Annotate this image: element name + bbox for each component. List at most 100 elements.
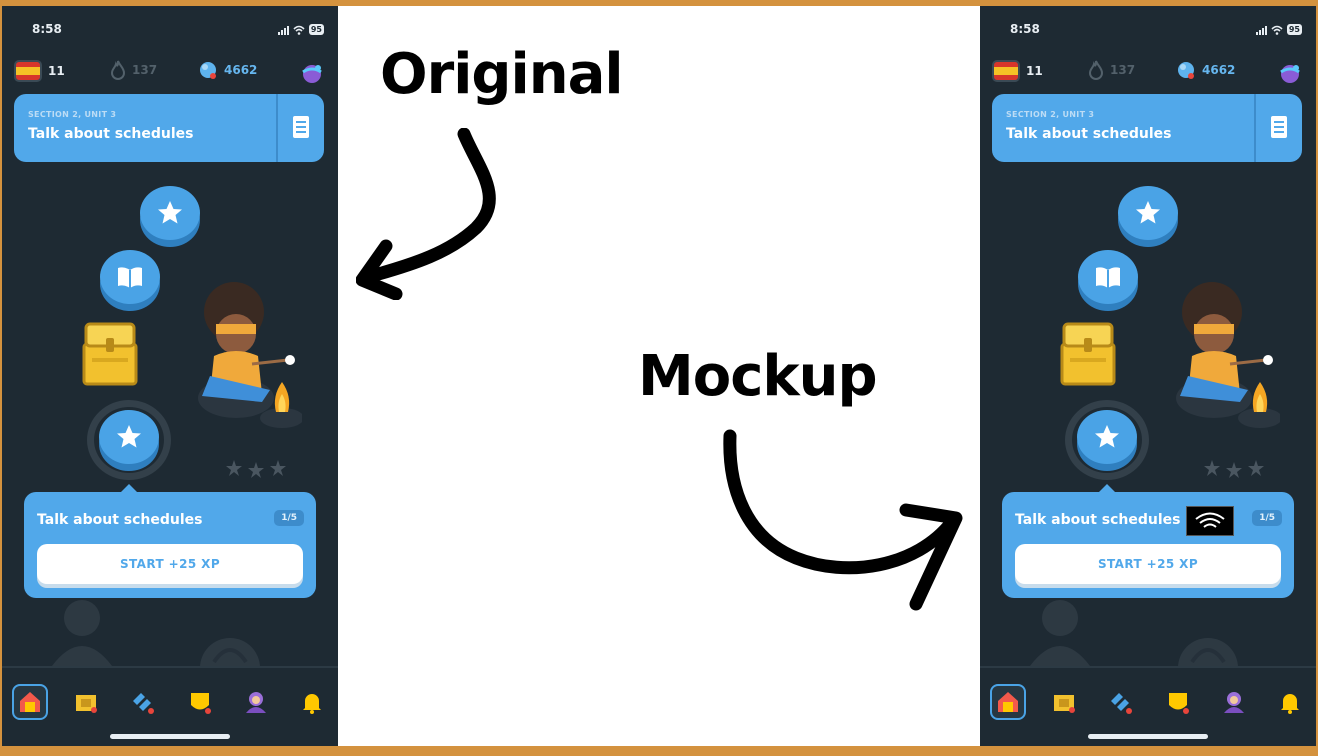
guidebook-icon[interactable] — [1268, 114, 1290, 140]
nav-home[interactable] — [990, 684, 1026, 720]
gems-stat[interactable]: 4662 — [198, 60, 257, 80]
lesson-star-node[interactable] — [140, 186, 200, 240]
streak-flame-icon — [110, 60, 126, 80]
nav-leaderboard[interactable] — [1046, 684, 1082, 720]
locked-headphones-icon — [200, 638, 260, 668]
guidebook-icon[interactable] — [290, 114, 312, 140]
unit-divider — [276, 94, 278, 162]
star-icon — [158, 201, 182, 224]
bell-icon — [303, 694, 321, 714]
wifi-icon — [1271, 25, 1283, 35]
home-indicator — [1088, 734, 1208, 739]
shield-icon — [1169, 693, 1189, 714]
popup-title: Talk about schedules — [37, 512, 203, 528]
treasure-chest-icon[interactable] — [80, 318, 140, 388]
home-icon — [998, 692, 1018, 712]
lesson-popup: Talk about schedules 1/5 START +25 XP — [1002, 484, 1294, 598]
nav-leaderboard[interactable] — [68, 684, 104, 720]
star-icon — [1136, 201, 1160, 224]
lesson-star-node[interactable] — [1118, 186, 1178, 240]
mockup-arrow-icon — [723, 429, 963, 611]
quests-icon — [133, 693, 154, 714]
locked-character-icon — [52, 600, 112, 666]
profile-icon — [1224, 692, 1244, 713]
battery-level: 95 — [1286, 24, 1302, 35]
course-flag-stat[interactable]: 11 — [992, 60, 1043, 82]
unit-title: Talk about schedules — [1006, 126, 1172, 142]
popup-progress: 1/5 — [274, 510, 304, 526]
popup-pointer — [1098, 484, 1116, 493]
nav-shield[interactable] — [182, 684, 218, 720]
flag-count: 11 — [1026, 64, 1043, 78]
nav-quests[interactable] — [1102, 684, 1138, 720]
stats-row: 11 137 4662 — [992, 60, 1306, 86]
cellular-signal-icon — [1255, 25, 1267, 35]
popup-title: Talk about schedules — [1015, 512, 1181, 528]
course-flag-stat[interactable]: 11 — [14, 60, 65, 82]
battery-level: 95 — [308, 24, 324, 35]
gems-stat[interactable]: 4662 — [1176, 60, 1235, 80]
streak-stat[interactable]: 137 — [110, 60, 157, 80]
spain-flag-icon — [14, 60, 42, 82]
wifi-signal-icon — [1195, 512, 1225, 528]
nav-profile[interactable] — [1216, 684, 1252, 720]
original-arrow-icon — [356, 128, 496, 300]
leaderboard-icon — [1054, 695, 1075, 713]
nav-notifications[interactable] — [1272, 684, 1308, 720]
treasure-chest-icon[interactable] — [1058, 318, 1118, 388]
section-label: SECTION 2, UNIT 3 — [28, 110, 117, 119]
character-campfire-illustration — [1176, 282, 1280, 428]
mockup-label: Mockup — [638, 344, 878, 409]
unit-header[interactable]: SECTION 2, UNIT 3 Talk about schedules — [992, 94, 1302, 162]
profile-icon — [246, 692, 266, 713]
nav-quests[interactable] — [124, 684, 160, 720]
rating-stars-icon — [1204, 460, 1264, 478]
original-label: Original — [380, 42, 624, 107]
wifi-signal-badge-icon — [1186, 506, 1234, 536]
gem-icon — [1178, 62, 1194, 79]
unit-header[interactable]: SECTION 2, UNIT 3 Talk about schedules — [14, 94, 324, 162]
mockup-phone-screen: 8:58 95 11 137 4662 SECTION 2, UNIT 3 Ta… — [980, 6, 1316, 746]
story-book-node[interactable] — [1078, 250, 1138, 304]
popup-progress: 1/5 — [1252, 510, 1282, 526]
spain-flag-icon — [992, 60, 1020, 82]
book-icon — [118, 267, 142, 288]
locked-character-icon — [1030, 600, 1090, 666]
streak-stat[interactable]: 137 — [1088, 60, 1135, 80]
streak-flame-icon — [1088, 60, 1104, 80]
popup-pointer — [120, 484, 138, 493]
status-bar: 8:58 95 — [980, 22, 1316, 42]
start-lesson-button[interactable]: START +25 XP — [37, 544, 303, 584]
status-time: 8:58 — [1010, 22, 1040, 36]
nav-shield[interactable] — [1160, 684, 1196, 720]
bell-icon — [1281, 694, 1299, 714]
gems-count: 4662 — [224, 63, 258, 77]
section-label: SECTION 2, UNIT 3 — [1006, 110, 1095, 119]
rating-stars-icon — [226, 460, 286, 478]
star-icon — [1095, 425, 1119, 448]
leaderboard-icon — [76, 695, 97, 713]
star-icon — [117, 425, 141, 448]
locked-headphones-icon — [1178, 638, 1238, 668]
streak-count: 137 — [1110, 63, 1136, 77]
current-lesson-star-node[interactable] — [1077, 410, 1137, 464]
gem-icon — [200, 62, 216, 79]
book-icon — [1096, 267, 1120, 288]
current-lesson-star-node[interactable] — [99, 410, 159, 464]
story-book-node[interactable] — [100, 250, 160, 304]
stats-row: 11 137 4662 — [14, 60, 328, 86]
cellular-signal-icon — [277, 25, 289, 35]
profile-globe-icon[interactable] — [300, 62, 324, 84]
nav-profile[interactable] — [238, 684, 274, 720]
home-icon — [20, 692, 40, 712]
start-lesson-button[interactable]: START +25 XP — [1015, 544, 1281, 584]
unit-divider — [1254, 94, 1256, 162]
profile-globe-icon[interactable] — [1278, 62, 1302, 84]
gems-count: 4662 — [1202, 63, 1236, 77]
shield-icon — [191, 693, 211, 714]
flag-count: 11 — [48, 64, 65, 78]
streak-count: 137 — [132, 63, 158, 77]
status-time: 8:58 — [32, 22, 62, 36]
nav-notifications[interactable] — [294, 684, 330, 720]
nav-home[interactable] — [12, 684, 48, 720]
